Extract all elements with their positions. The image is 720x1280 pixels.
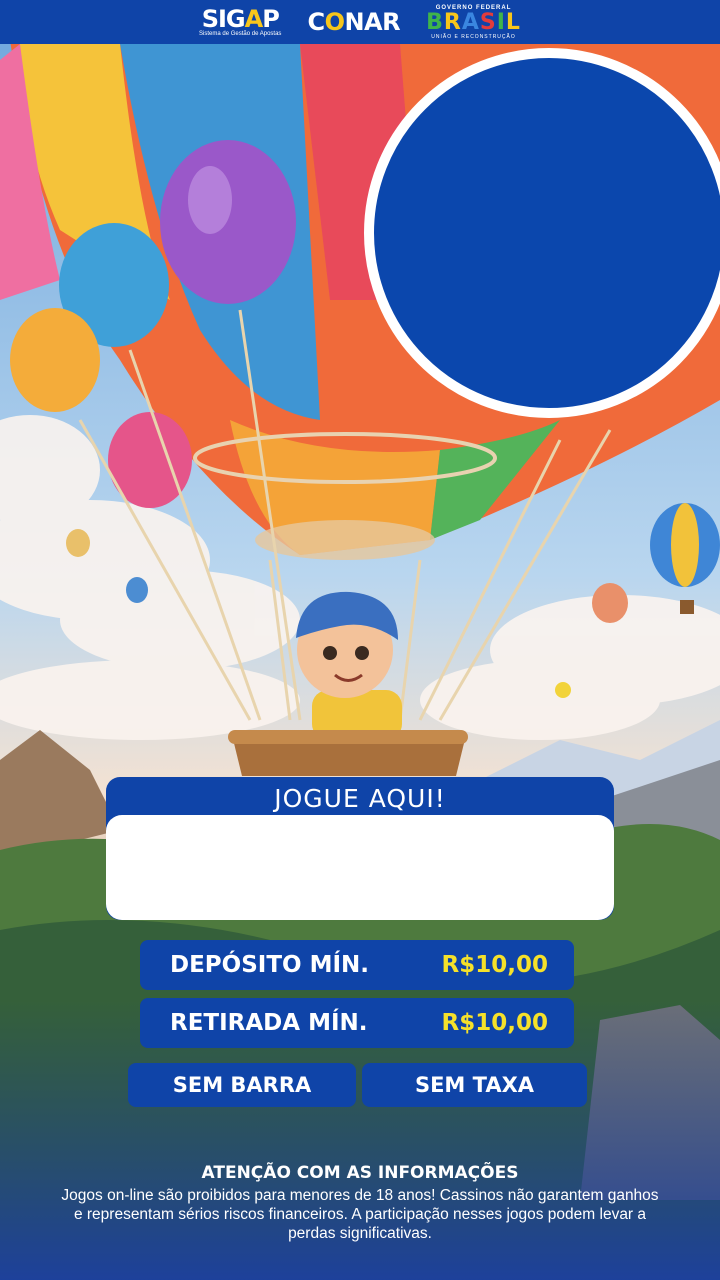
top-logo-bar: SIGAP Sistema de Gestão de Apostas CONAR… [0,0,720,44]
sigap-logo: SIGAP Sistema de Gestão de Apostas [199,4,282,37]
conar-logo: CONAR [307,8,401,36]
brand-circle [364,48,720,418]
deposito-minimo-badge: DEPÓSITO MÍN. R$10,00 [140,940,574,990]
disclaimer-footer: ATENÇÃO COM AS INFORMAÇÕES Jogos on-line… [0,1160,720,1243]
governo-federal-logo: GOVERNO FEDERAL BRASIL UNIÃO E RECONSTRU… [426,4,521,40]
retirada-value: R$10,00 [441,1010,548,1036]
deposito-label: DEPÓSITO MÍN. [170,952,370,978]
play-link-box[interactable] [106,815,614,920]
play-title: JOGUE AQUI! [274,784,446,813]
play-card[interactable]: JOGUE AQUI! [106,777,614,920]
sem-barra-badge: SEM BARRA [128,1063,356,1107]
retirada-minima-badge: RETIRADA MÍN. R$10,00 [140,998,574,1048]
retirada-label: RETIRADA MÍN. [170,1010,368,1036]
sem-taxa-badge: SEM TAXA [362,1063,587,1107]
deposito-value: R$10,00 [441,952,548,978]
disclaimer-text: Jogos on-line são proibidos para menores… [61,1187,659,1242]
disclaimer-heading: ATENÇÃO COM AS INFORMAÇÕES [201,1163,519,1183]
